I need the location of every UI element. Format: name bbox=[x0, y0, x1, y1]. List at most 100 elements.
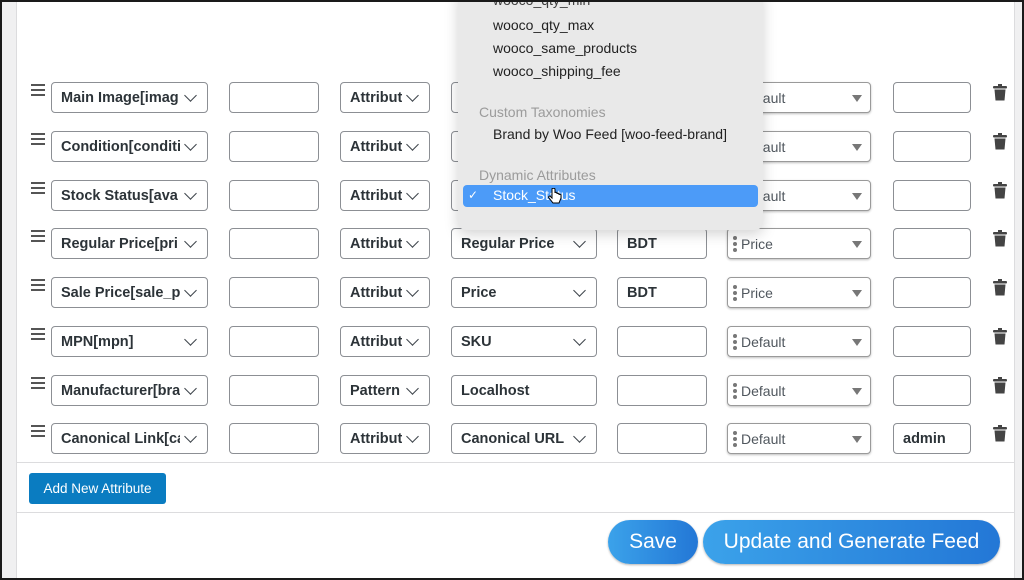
suffix-input[interactable] bbox=[617, 375, 707, 406]
attribute-row: Regular Price[pri Attribut Regular Price… bbox=[17, 228, 1014, 262]
drag-dots-icon bbox=[733, 284, 737, 301]
value-select-value: Price bbox=[461, 284, 497, 301]
prefix-input[interactable] bbox=[229, 423, 319, 454]
prefix-input[interactable] bbox=[229, 277, 319, 308]
prefix-input[interactable] bbox=[229, 82, 319, 113]
attribute-select[interactable]: Canonical Link[ca bbox=[51, 423, 208, 454]
value-select[interactable]: SKU bbox=[451, 326, 597, 357]
trash-icon[interactable] bbox=[993, 279, 1007, 296]
drag-dots-icon bbox=[733, 333, 737, 350]
update-and-generate-feed-button[interactable]: Update and Generate Feed bbox=[703, 520, 1000, 564]
suffix-input[interactable]: BDT bbox=[617, 277, 707, 308]
output-type-value: Default bbox=[741, 430, 786, 447]
command-input[interactable]: admin bbox=[893, 423, 971, 454]
attribute-select[interactable]: Main Image[imag bbox=[51, 82, 208, 113]
command-input[interactable] bbox=[893, 228, 971, 259]
output-type-select[interactable]: Default bbox=[727, 326, 871, 357]
attribute-select[interactable]: Regular Price[pri bbox=[51, 228, 208, 259]
type-select[interactable]: Attribut bbox=[340, 326, 430, 357]
output-type-select[interactable]: Default bbox=[727, 375, 871, 406]
attribute-select[interactable]: Manufacturer[bra bbox=[51, 375, 208, 406]
attribute-select[interactable]: Sale Price[sale_p bbox=[51, 277, 208, 308]
drag-handle-icon[interactable] bbox=[31, 328, 45, 340]
triangle-down-icon bbox=[852, 193, 862, 200]
drag-dots-icon bbox=[733, 235, 737, 252]
attribute-select[interactable]: Stock Status[ava bbox=[51, 180, 208, 211]
attribute-select-value: MPN[mpn] bbox=[61, 333, 134, 350]
output-type-value: Price bbox=[741, 235, 773, 252]
type-select[interactable]: Attribut bbox=[340, 277, 430, 308]
value-select[interactable]: Canonical URL bbox=[451, 423, 597, 454]
trash-icon[interactable] bbox=[993, 133, 1007, 150]
chevron-down-icon bbox=[184, 235, 197, 248]
drag-handle-icon[interactable] bbox=[31, 279, 45, 291]
dropdown-option[interactable]: wooco_qty_min bbox=[493, 2, 590, 8]
dropdown-option[interactable]: wooco_shipping_fee bbox=[493, 63, 621, 79]
command-input[interactable] bbox=[893, 326, 971, 357]
trash-icon[interactable] bbox=[993, 230, 1007, 247]
command-input[interactable] bbox=[893, 375, 971, 406]
add-new-attribute-button[interactable]: Add New Attribute bbox=[29, 473, 166, 504]
value-select-value: Localhost bbox=[461, 382, 530, 399]
drag-handle-icon[interactable] bbox=[31, 133, 45, 145]
dropdown-option[interactable]: wooco_qty_max bbox=[493, 17, 594, 33]
type-select[interactable]: Attribut bbox=[340, 228, 430, 259]
output-type-value: Default bbox=[741, 333, 786, 350]
dropdown-option[interactable]: Brand by Woo Feed [woo-feed-brand] bbox=[493, 126, 727, 142]
prefix-input[interactable] bbox=[229, 131, 319, 162]
output-type-select[interactable]: Default bbox=[727, 423, 871, 454]
prefix-input[interactable] bbox=[229, 228, 319, 259]
attribute-select[interactable]: MPN[mpn] bbox=[51, 326, 208, 357]
trash-icon[interactable] bbox=[993, 182, 1007, 199]
type-select[interactable]: Attribut bbox=[340, 82, 430, 113]
trash-icon[interactable] bbox=[993, 84, 1007, 101]
command-input[interactable] bbox=[893, 277, 971, 308]
suffix-input[interactable]: BDT bbox=[617, 228, 707, 259]
group-label-dynamic-attributes: Dynamic Attributes bbox=[479, 167, 596, 183]
type-select-value: Attribut bbox=[350, 89, 402, 106]
value-select[interactable]: Price bbox=[451, 277, 597, 308]
drag-handle-icon[interactable] bbox=[31, 182, 45, 194]
suffix-input[interactable] bbox=[617, 326, 707, 357]
divider bbox=[17, 512, 1014, 513]
trash-icon[interactable] bbox=[993, 425, 1007, 442]
dropdown-option-selected[interactable]: ✓ Stock_Status bbox=[463, 185, 758, 207]
triangle-down-icon bbox=[852, 388, 862, 395]
attribute-select-value: Condition[conditi bbox=[61, 138, 180, 155]
type-select[interactable]: Attribut bbox=[340, 131, 430, 162]
prefix-input[interactable] bbox=[229, 375, 319, 406]
chevron-down-icon bbox=[406, 333, 419, 346]
type-select-value: Attribut bbox=[350, 235, 402, 252]
type-select[interactable]: Attribut bbox=[340, 423, 430, 454]
suffix-input[interactable] bbox=[617, 423, 707, 454]
trash-icon[interactable] bbox=[993, 328, 1007, 345]
output-type-select[interactable]: Price bbox=[727, 277, 871, 308]
output-type-select[interactable]: Price bbox=[727, 228, 871, 259]
drag-handle-icon[interactable] bbox=[31, 425, 45, 437]
command-input[interactable] bbox=[893, 82, 971, 113]
value-select[interactable]: Regular Price bbox=[451, 228, 597, 259]
value-dropdown-menu[interactable]: wooco_qty_min wooco_qty_max wooco_same_p… bbox=[458, 2, 763, 230]
type-select-value: Attribut bbox=[350, 187, 402, 204]
prefix-input[interactable] bbox=[229, 326, 319, 357]
prefix-input[interactable] bbox=[229, 180, 319, 211]
save-button[interactable]: Save bbox=[608, 520, 698, 564]
drag-handle-icon[interactable] bbox=[31, 230, 45, 242]
attribute-row: Sale Price[sale_p Attribut Price BDT Pri… bbox=[17, 277, 1014, 311]
chevron-down-icon bbox=[184, 430, 197, 443]
drag-handle-icon[interactable] bbox=[31, 377, 45, 389]
trash-icon[interactable] bbox=[993, 377, 1007, 394]
chevron-down-icon bbox=[573, 284, 586, 297]
command-input[interactable] bbox=[893, 180, 971, 211]
type-select[interactable]: Attribut bbox=[340, 180, 430, 211]
chevron-down-icon bbox=[406, 430, 419, 443]
chevron-down-icon bbox=[184, 382, 197, 395]
type-select[interactable]: Pattern bbox=[340, 375, 430, 406]
drag-handle-icon[interactable] bbox=[31, 84, 45, 96]
value-select[interactable]: Localhost bbox=[451, 375, 597, 406]
command-input[interactable] bbox=[893, 131, 971, 162]
dropdown-option[interactable]: wooco_same_products bbox=[493, 40, 637, 56]
chevron-down-icon bbox=[184, 138, 197, 151]
attribute-select[interactable]: Condition[conditi bbox=[51, 131, 208, 162]
attribute-select-value: Sale Price[sale_p bbox=[61, 284, 180, 301]
